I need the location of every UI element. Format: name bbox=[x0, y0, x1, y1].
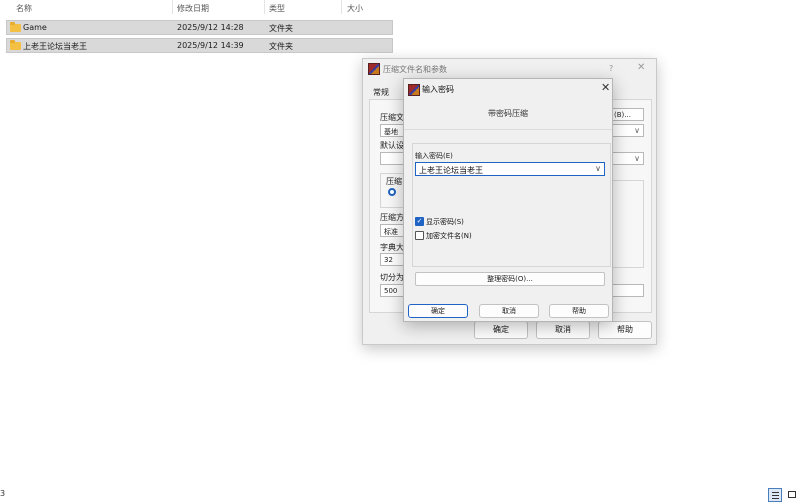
column-separator[interactable] bbox=[264, 0, 265, 14]
archive-name-value: 基地 bbox=[384, 128, 398, 136]
file-modified: 2025/9/12 14:28 bbox=[177, 23, 244, 32]
chevron-down-icon: ∨ bbox=[634, 126, 640, 135]
file-type: 文件夹 bbox=[269, 42, 293, 51]
split-label: 切分为 bbox=[380, 273, 404, 282]
show-password-checkbox[interactable]: ✓ bbox=[415, 217, 424, 226]
file-type: 文件夹 bbox=[269, 24, 293, 33]
thumbnail-view-button[interactable] bbox=[786, 488, 800, 502]
format-label: 压缩 bbox=[386, 177, 402, 186]
password-dialog: 输入密码 ✕ 带密码压缩 输入密码(E) 上老王论坛当老王 ∨ ✓ 显示密码(S… bbox=[403, 78, 613, 322]
split-unit-select[interactable] bbox=[610, 284, 644, 297]
column-size[interactable]: 大小 bbox=[347, 3, 363, 14]
column-header: 名称 修改日期 类型 大小 bbox=[0, 0, 800, 16]
status-mark: 3 bbox=[0, 489, 6, 498]
file-row-game[interactable]: Game 2025/9/12 14:28 文件夹 bbox=[6, 20, 393, 35]
file-modified: 2025/9/12 14:39 bbox=[177, 41, 244, 50]
details-view-button[interactable] bbox=[768, 488, 782, 502]
password-input[interactable]: 上老王论坛当老王 ∨ bbox=[415, 162, 605, 176]
chevron-down-icon[interactable]: ∨ bbox=[595, 164, 601, 173]
password-help-button[interactable]: 帮助 bbox=[549, 304, 609, 318]
password-value: 上老王论坛当老王 bbox=[419, 166, 483, 175]
list-view-icon bbox=[772, 492, 779, 499]
password-ok-button[interactable]: 确定 bbox=[408, 304, 468, 318]
tiles-view-icon bbox=[788, 491, 796, 498]
column-separator[interactable] bbox=[172, 0, 173, 14]
folder-icon bbox=[10, 22, 21, 32]
browse-label: (B)... bbox=[614, 111, 631, 119]
outer-cancel-button[interactable]: 取消 bbox=[536, 321, 590, 339]
winrar-icon bbox=[408, 84, 420, 96]
method-value: 标准 bbox=[384, 228, 398, 236]
divider bbox=[404, 129, 612, 130]
outer-help-button[interactable]: 帮助 bbox=[598, 321, 652, 339]
close-icon[interactable]: ✕ bbox=[637, 62, 645, 73]
file-name: 上老王论坛当老王 bbox=[23, 42, 87, 51]
organize-passwords-button[interactable]: 整理密码(O)... bbox=[415, 272, 605, 286]
archive-name-label: 压缩文 bbox=[380, 113, 404, 122]
dict-label: 字典大 bbox=[380, 243, 404, 252]
close-icon[interactable]: ✕ bbox=[601, 81, 610, 94]
column-separator[interactable] bbox=[341, 0, 342, 14]
column-modified[interactable]: 修改日期 bbox=[177, 3, 209, 14]
file-row-laowang[interactable]: 上老王论坛当老王 2025/9/12 14:39 文件夹 bbox=[6, 38, 393, 53]
file-name: Game bbox=[23, 23, 47, 32]
password-label: 输入密码(E) bbox=[415, 152, 453, 160]
outer-ok-button[interactable]: 确定 bbox=[474, 321, 528, 339]
options-group bbox=[610, 180, 644, 268]
outer-titlebar[interactable]: 压缩文件名和参数 ? ✕ bbox=[363, 59, 656, 79]
folder-icon bbox=[10, 40, 21, 50]
show-password-label[interactable]: 显示密码(S) bbox=[426, 217, 464, 227]
winrar-icon bbox=[368, 63, 380, 75]
split-value: 500 bbox=[384, 287, 398, 295]
browse-button[interactable]: (B)... bbox=[610, 108, 644, 121]
profile-select-right[interactable]: ∨ bbox=[610, 152, 644, 165]
password-cancel-button[interactable]: 取消 bbox=[479, 304, 539, 318]
help-icon[interactable]: ? bbox=[609, 64, 613, 73]
method-label: 压缩方 bbox=[380, 213, 404, 222]
profile-label: 默认设 bbox=[380, 141, 404, 150]
encrypt-names-checkbox[interactable] bbox=[415, 231, 424, 240]
password-dialog-title: 输入密码 bbox=[422, 85, 454, 94]
column-name[interactable]: 名称 bbox=[16, 3, 32, 14]
update-mode-select[interactable]: ∨ bbox=[610, 124, 644, 137]
outer-dialog-title: 压缩文件名和参数 bbox=[383, 65, 447, 74]
password-dialog-subtitle: 带密码压缩 bbox=[488, 109, 528, 118]
dict-value: 32 bbox=[384, 256, 393, 264]
tab-general[interactable]: 常规 bbox=[373, 87, 389, 98]
chevron-down-icon: ∨ bbox=[634, 154, 640, 163]
format-radio[interactable] bbox=[388, 188, 396, 196]
encrypt-names-label[interactable]: 加密文件名(N) bbox=[426, 231, 472, 241]
column-type[interactable]: 类型 bbox=[269, 3, 285, 14]
